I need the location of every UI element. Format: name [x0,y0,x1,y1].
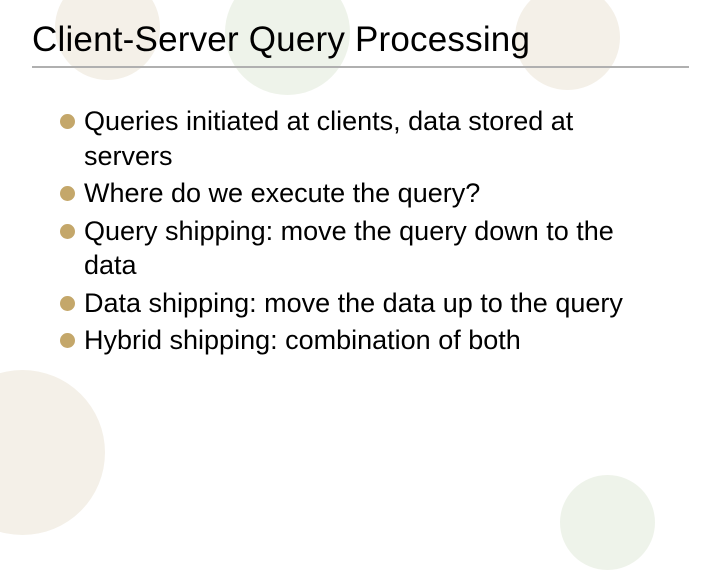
bullet-text: Queries initiated at clients, data store… [84,104,664,173]
bullet-list: Queries initiated at clients, data store… [32,104,690,358]
title-underline [32,66,689,68]
bullet-text: Where do we execute the query? [84,176,480,211]
list-item: Query shipping: move the query down to t… [60,214,690,283]
bullet-icon [60,114,75,129]
bullet-icon [60,296,75,311]
bullet-icon [60,224,75,239]
list-item: Where do we execute the query? [60,176,690,211]
slide-title: Client-Server Query Processing [32,20,690,60]
list-item: Data shipping: move the data up to the q… [60,286,690,321]
slide-content: Client-Server Query Processing Queries i… [0,0,720,381]
bullet-text: Hybrid shipping: combination of both [84,323,521,358]
decor-circle [560,475,655,570]
bullet-text: Query shipping: move the query down to t… [84,214,664,283]
list-item: Queries initiated at clients, data store… [60,104,690,173]
decor-circle [0,370,105,535]
bullet-icon [60,333,75,348]
bullet-text: Data shipping: move the data up to the q… [84,286,623,321]
bullet-icon [60,186,75,201]
list-item: Hybrid shipping: combination of both [60,323,690,358]
